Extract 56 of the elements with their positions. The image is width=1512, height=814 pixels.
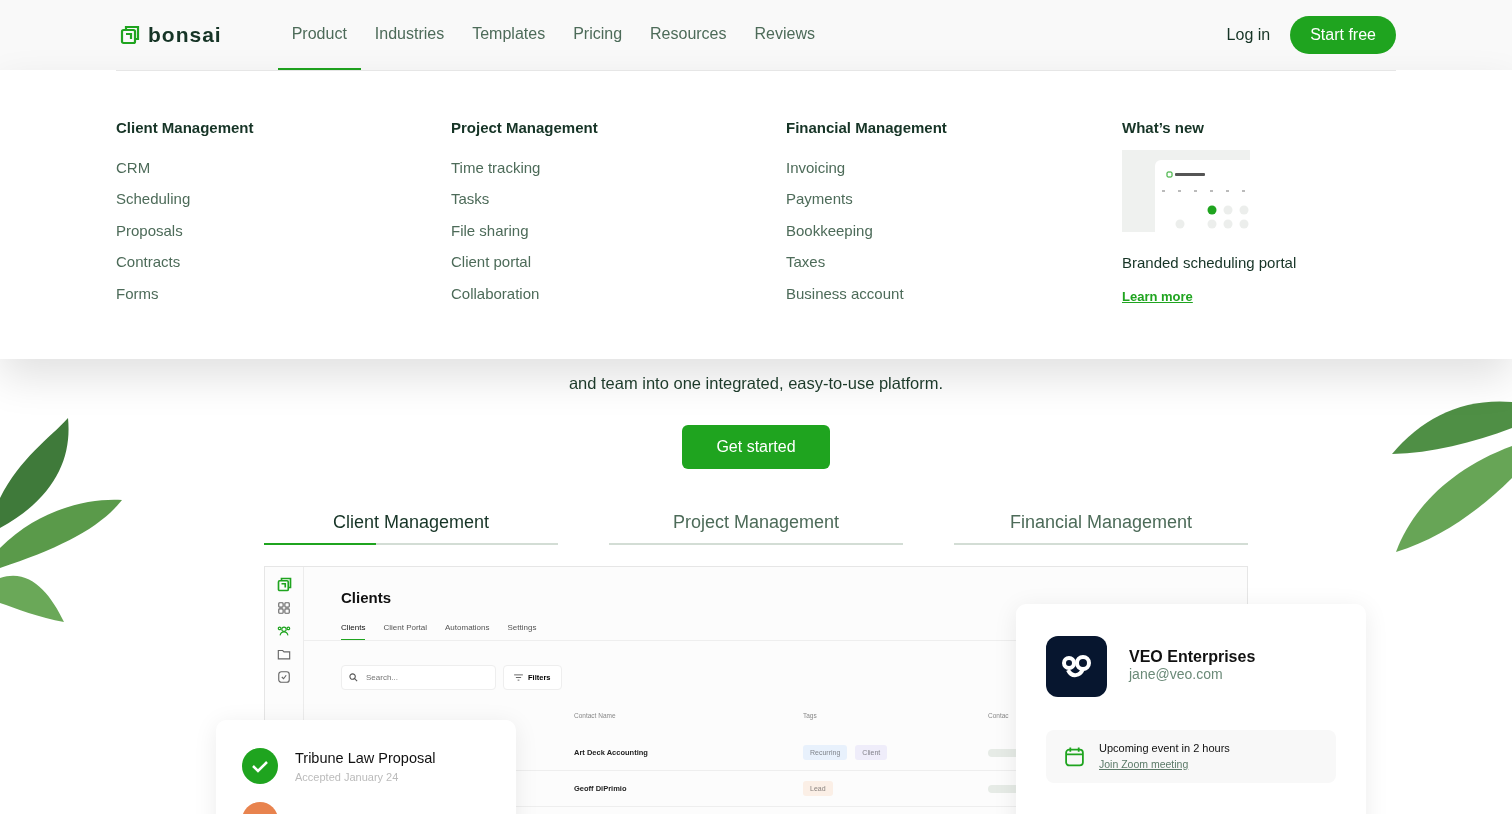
app-tab[interactable]: Clients	[341, 623, 366, 640]
menu-link[interactable]: Bookkeeping	[786, 220, 1122, 253]
task-icon[interactable]	[277, 670, 291, 684]
company-logo-icon	[1046, 636, 1107, 697]
event-title: Upcoming event in 2 hours	[1099, 741, 1230, 754]
page-title: Clients	[340, 588, 392, 606]
app-tab[interactable]: Settings	[507, 623, 537, 640]
menu-link[interactable]: Time tracking	[451, 158, 786, 190]
menu-link[interactable]: Scheduling	[116, 189, 451, 221]
zoom-link[interactable]: Join Zoom meeting	[1099, 757, 1189, 770]
feature-tab[interactable]: Financial Management	[954, 501, 1248, 545]
menu-heading: Client Management	[116, 119, 255, 136]
logo-icon	[276, 577, 292, 592]
nav-link[interactable]: Pricing	[559, 0, 637, 70]
grid-icon[interactable]	[277, 601, 291, 615]
menu-link[interactable]: Client portal	[451, 252, 786, 284]
proposal-status: Accepted January 24	[295, 771, 400, 783]
start-free-button[interactable]: Start free	[1290, 16, 1396, 54]
feature-tab[interactable]: Client Management	[264, 501, 558, 545]
client-name: VEO Enterprises	[1129, 648, 1256, 666]
folder-icon[interactable]	[277, 647, 291, 661]
calendar-icon	[1064, 746, 1085, 767]
nav-link[interactable]: Templates	[458, 0, 560, 70]
search-icon	[349, 673, 358, 682]
people-icon[interactable]	[277, 624, 291, 638]
menu-heading: Financial Management	[786, 119, 948, 136]
feature-caption: Branded scheduling portal	[1122, 254, 1298, 271]
feature-tab[interactable]: Project Management	[609, 501, 903, 545]
menu-link[interactable]: Collaboration	[451, 283, 786, 315]
client-email: jane@veo.com	[1129, 666, 1224, 682]
hero-text: and team into one integrated, easy-to-use platform.	[568, 373, 944, 394]
menu-link[interactable]: Taxes	[786, 252, 1122, 284]
search-field[interactable]: Search...	[341, 665, 496, 690]
filter-icon	[514, 674, 523, 681]
get-started-button[interactable]: Get started	[682, 425, 830, 469]
learn-more-link[interactable]: Learn more	[1122, 289, 1193, 304]
app-tab[interactable]: Client Portal	[383, 623, 428, 640]
nav-link[interactable]: Reviews	[740, 0, 829, 70]
proposal-title: Tribune Law Proposal	[295, 750, 436, 766]
menu-link[interactable]: File sharing	[451, 220, 786, 253]
menu-link[interactable]: Invoicing	[786, 158, 1122, 190]
nav-link[interactable]: Resources	[636, 0, 741, 70]
menu-link[interactable]: Tasks	[451, 189, 786, 221]
login-link[interactable]: Log in	[1226, 26, 1271, 44]
app-tab[interactable]: Automations	[445, 623, 490, 640]
menu-link[interactable]: Forms	[116, 283, 451, 315]
menu-link[interactable]: CRM	[116, 158, 451, 190]
menu-link[interactable]: Payments	[786, 189, 1122, 221]
menu-heading: Project Management	[451, 119, 599, 136]
menu-link[interactable]: Proposals	[116, 220, 451, 253]
menu-heading: What’s new	[1122, 119, 1205, 136]
menu-link[interactable]: Contracts	[116, 252, 451, 284]
logo-icon	[120, 25, 140, 45]
menu-link[interactable]: Business account	[786, 283, 1122, 315]
nav-link[interactable]: Industries	[360, 0, 459, 70]
brand-name[interactable]: bonsai	[148, 23, 222, 47]
